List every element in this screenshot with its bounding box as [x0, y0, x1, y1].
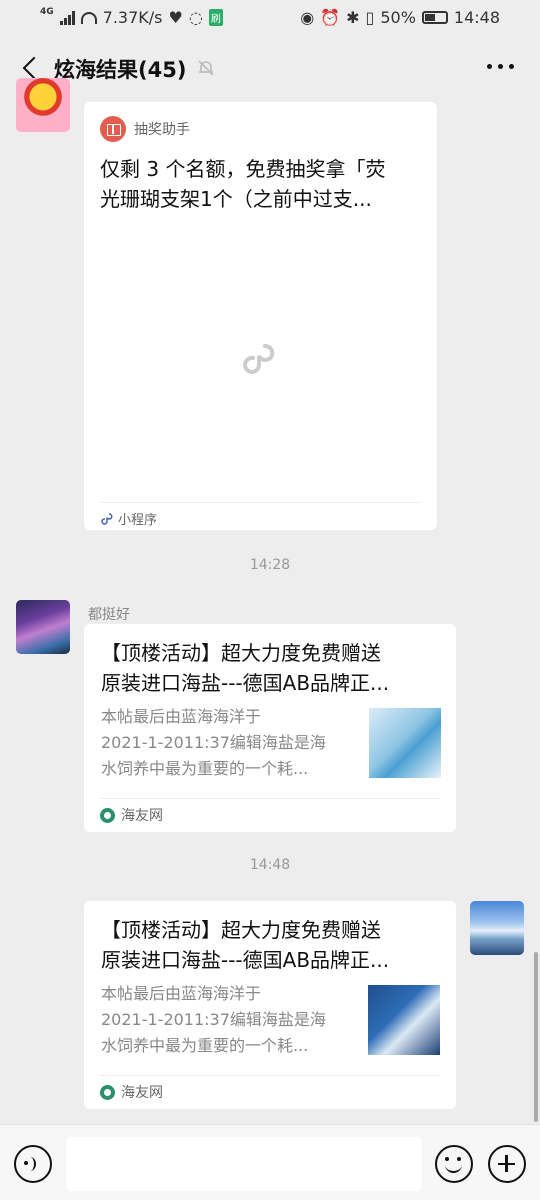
gift-icon [100, 116, 126, 142]
link-title: 【顶楼活动】超大力度免费赠送 原装进口海盐---德国AB品牌正... [101, 641, 390, 695]
more-options-button[interactable] [487, 64, 514, 69]
miniprogram-footer: 小程序 [100, 502, 421, 528]
miniprogram-title: 仅剩 3 个名额，免费抽奖拿「荧 光珊瑚支架1个（之前中过支... [100, 157, 386, 211]
link-source: 海友网 [100, 1075, 440, 1102]
battery-percent: 50% [380, 8, 416, 27]
battery-icon [421, 11, 448, 24]
link-thumbnail [369, 708, 441, 778]
scrollbar[interactable] [534, 952, 538, 1122]
clock: 14:48 [453, 8, 500, 27]
my-avatar[interactable] [470, 901, 524, 955]
input-bar [0, 1124, 540, 1200]
chat-title: 炫海结果(45) [54, 58, 187, 82]
health-icon: ♥ [168, 8, 183, 27]
link-source: 海友网 [100, 798, 440, 825]
link-title: 【顶楼活动】超大力度免费赠送 原装进口海盐---德国AB品牌正... [101, 918, 390, 972]
timestamp: 14:28 [249, 557, 291, 573]
link-thumbnail [368, 985, 440, 1055]
network-speed: 7.37K/s [102, 8, 163, 27]
timestamp: 14:48 [249, 857, 291, 873]
avatar[interactable] [16, 78, 70, 132]
link-card[interactable]: 【顶楼活动】超大力度免费赠送 原装进口海盐---德国AB品牌正... 本帖最后由… [84, 624, 456, 832]
signal-icon [59, 10, 75, 25]
link-description: 本帖最后由蓝海海洋于 2021-1-2011:37编辑海盐是海 水饲养中最为重要… [101, 984, 326, 1055]
avatar[interactable] [16, 600, 70, 654]
sender-name: 都挺好 [88, 607, 130, 623]
message-input[interactable] [66, 1137, 422, 1191]
site-logo-icon [100, 1084, 115, 1100]
eye-icon: ◉ [300, 8, 315, 27]
link-card[interactable]: 【顶楼活动】超大力度免费赠送 原装进口海盐---德国AB品牌正... 本帖最后由… [84, 901, 456, 1109]
status-bar: 4G 7.37K/s ♥ ◌ 刷 ◉ ⏰ ✱ ▯ 50% 14:48 [0, 0, 540, 36]
miniprogram-app-name: 抽奖助手 [134, 122, 190, 138]
link-description: 本帖最后由蓝海海洋于 2021-1-2011:37编辑海盐是海 水饲养中最为重要… [101, 707, 326, 778]
alarm-icon: ⏰ [320, 8, 341, 27]
bluetooth-icon: ✱ [346, 8, 360, 27]
miniprogram-card[interactable]: 抽奖助手 仅剩 3 个名额，免费抽奖拿「荧 光珊瑚支架1个（之前中过支... 小… [84, 102, 437, 530]
network-type: 4G [40, 6, 54, 17]
data-badge: 刷 [208, 9, 223, 26]
vibrate-icon: ▯ [365, 8, 375, 27]
voice-input-button[interactable] [14, 1145, 52, 1183]
wifi-icon [80, 11, 97, 24]
sync-icon: ◌ [188, 8, 203, 27]
more-actions-button[interactable] [488, 1145, 526, 1183]
miniprogram-logo-icon [243, 344, 275, 374]
mute-bell-icon [198, 60, 214, 76]
chat-header: 炫海结果(45) [0, 36, 540, 100]
emoji-button[interactable] [435, 1145, 473, 1183]
miniprogram-header: 抽奖助手 [100, 116, 190, 142]
miniprogram-icon [101, 512, 113, 525]
site-logo-icon [100, 807, 115, 823]
